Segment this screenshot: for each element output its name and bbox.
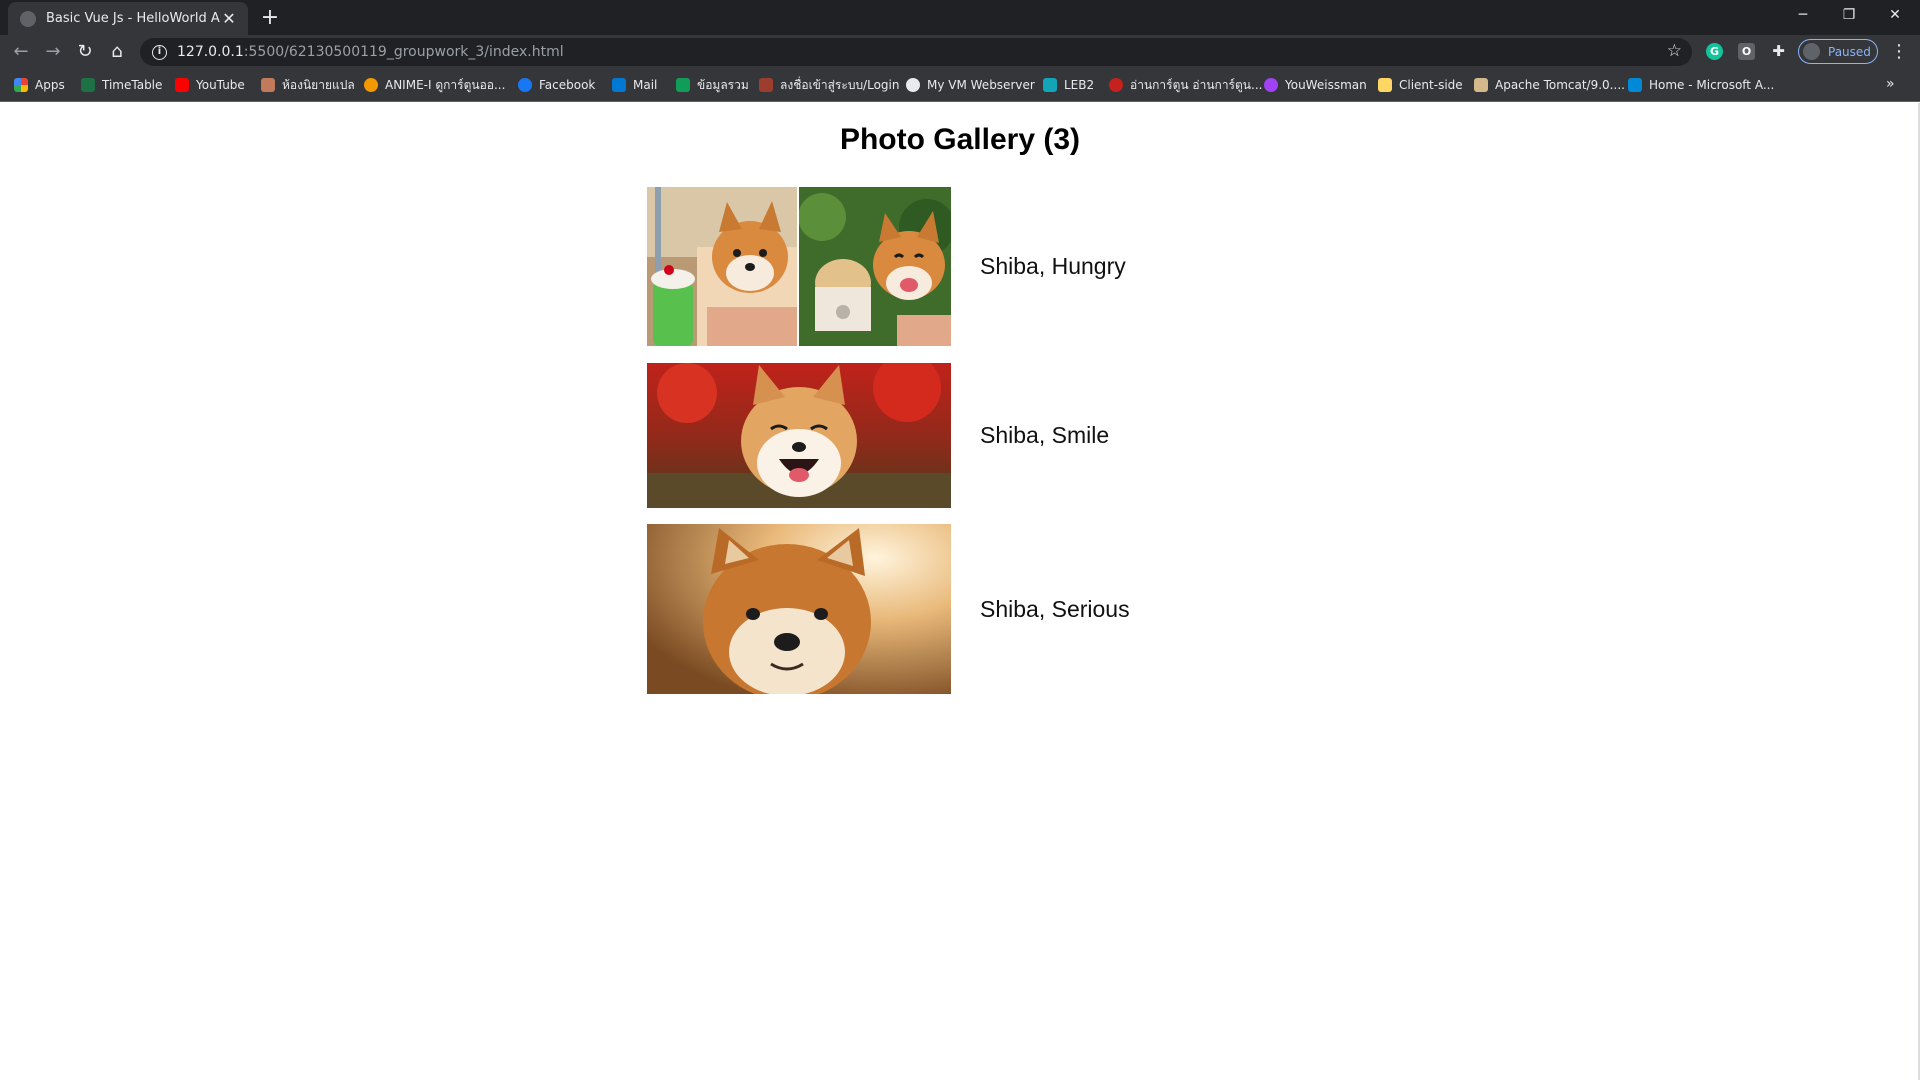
gallery-item: Shiba, Hungry (647, 187, 1126, 346)
bookmark-microsoft-azure[interactable]: Home - Microsoft A... (1628, 76, 1774, 94)
facebook-icon (518, 78, 532, 92)
bookmark-label: Apache Tomcat/9.0.... (1495, 78, 1625, 92)
browser-toolbar: ← → ↻ ⌂ i 127.0.0.1:5500/62130500119_gro… (0, 35, 1920, 68)
url-text[interactable]: 127.0.0.1:5500/62130500119_groupwork_3/i… (177, 44, 564, 60)
profile-status: Paused (1828, 44, 1871, 59)
avatar (1803, 43, 1820, 60)
login-icon (759, 78, 773, 92)
bookmark-youweissman[interactable]: YouWeissman (1264, 76, 1367, 94)
tab-title: Basic Vue Js - HelloWorld App (46, 11, 220, 26)
bookmarks-bar: Apps TimeTable YouTube ห้องนิยายแปล ANIM… (0, 68, 1920, 102)
shiba-serious-image (647, 524, 951, 694)
bookmark-client-side[interactable]: Client-side (1378, 76, 1463, 94)
grammarly-extension-icon[interactable]: G (1706, 43, 1723, 60)
bookmark-anime[interactable]: ANIME-I ดูการ์ตูนออ... (364, 76, 505, 94)
page-title: Photo Gallery (3) (839, 123, 1081, 156)
apps-grid-icon (14, 78, 28, 92)
shiba-hungry-photo[interactable] (647, 187, 951, 346)
bookmark-youtube[interactable]: YouTube (175, 76, 245, 94)
leb2-icon (1043, 78, 1057, 92)
minimize-button[interactable]: ─ (1780, 0, 1826, 30)
bookmark-apps[interactable]: Apps (14, 76, 65, 94)
bookmark-label: Mail (633, 78, 658, 92)
browser-menu-icon[interactable]: ⋮ (1889, 38, 1909, 65)
bookmark-label: ลงชื่อเข้าสู่ระบบ/Login (780, 77, 900, 92)
gallery-item: Shiba, Serious (647, 524, 1130, 694)
forward-button[interactable]: → (39, 38, 67, 66)
gallery-item: Shiba, Smile (647, 363, 1109, 508)
more-bookmarks-icon[interactable]: » (1886, 76, 1895, 92)
bookmark-label: ANIME-I ดูการ์ตูนออ... (385, 77, 506, 92)
manga-icon (1109, 78, 1123, 92)
globe-icon (906, 78, 920, 92)
bookmark-label: ข้อมูลรวม (697, 77, 749, 92)
bookmark-star-icon[interactable]: ☆ (1667, 41, 1682, 61)
azure-icon (1628, 78, 1642, 92)
bookmark-novel[interactable]: ห้องนิยายแปล (261, 76, 355, 94)
bookmark-label: My VM Webserver (927, 78, 1035, 92)
bookmark-label: Facebook (539, 78, 596, 92)
bookmark-label: YouTube (196, 78, 245, 92)
profile-button[interactable]: Paused (1798, 39, 1878, 64)
back-button[interactable]: ← (7, 38, 35, 66)
bookmark-tomcat[interactable]: Apache Tomcat/9.0.... (1474, 76, 1625, 94)
extension-icon[interactable]: O (1738, 43, 1755, 60)
photo-caption: Shiba, Hungry (980, 253, 1126, 279)
page-viewport: Photo Gallery (3) Shiba, Hungry Shiba, S… (0, 103, 1920, 1080)
restore-button[interactable]: ❐ (1826, 0, 1872, 30)
bookmark-leb2[interactable]: LEB2 (1043, 76, 1094, 94)
tab-active[interactable]: Basic Vue Js - HelloWorld App ✕ (8, 2, 248, 35)
site-info-icon[interactable]: i (152, 44, 167, 60)
bookmark-data[interactable]: ข้อมูลรวม (676, 76, 749, 94)
bookmark-label: อ่านการ์ตูน อ่านการ์ตูน... (1130, 77, 1263, 92)
youweissman-icon (1264, 78, 1278, 92)
bookmark-facebook[interactable]: Facebook (518, 76, 595, 94)
sheets-icon (676, 78, 690, 92)
outlook-icon (612, 78, 626, 92)
bookmark-label: YouWeissman (1285, 78, 1367, 92)
close-window-button[interactable]: ✕ (1872, 0, 1918, 30)
bookmark-label: Apps (35, 78, 65, 92)
bookmark-login[interactable]: ลงชื่อเข้าสู่ระบบ/Login (759, 76, 899, 94)
address-bar[interactable]: i 127.0.0.1:5500/62130500119_groupwork_3… (140, 38, 1692, 66)
bookmark-manga[interactable]: อ่านการ์ตูน อ่านการ์ตูน... (1109, 76, 1262, 94)
shiba-smile-image (647, 363, 951, 508)
youtube-icon (175, 78, 189, 92)
tomcat-icon (1474, 78, 1488, 92)
reload-button[interactable]: ↻ (71, 38, 99, 66)
folder-icon (1378, 78, 1392, 92)
bookmark-label: LEB2 (1064, 78, 1095, 92)
home-button[interactable]: ⌂ (103, 38, 131, 66)
shiba-smile-photo[interactable] (647, 363, 951, 508)
new-tab-button[interactable]: + (256, 5, 284, 33)
bookmark-vm-webserver[interactable]: My VM Webserver (906, 76, 1035, 94)
photo-caption: Shiba, Serious (980, 595, 1130, 622)
bookmark-timetable[interactable]: TimeTable (81, 76, 162, 94)
shiba-hungry-image (647, 187, 951, 346)
bookmark-label: Client-side (1399, 78, 1463, 92)
close-tab-icon[interactable]: ✕ (220, 9, 238, 28)
bookmark-label: Home - Microsoft A... (1649, 78, 1775, 92)
excel-icon (81, 78, 95, 92)
shiba-serious-photo[interactable] (647, 524, 951, 694)
bookmark-label: TimeTable (102, 78, 163, 92)
extensions-puzzle-icon[interactable]: ✚ (1770, 43, 1787, 60)
photo-caption: Shiba, Smile (980, 422, 1110, 448)
anime-icon (364, 78, 378, 92)
novel-icon (261, 78, 275, 92)
page-favicon-icon (20, 10, 36, 27)
bookmark-mail[interactable]: Mail (612, 76, 657, 94)
bookmark-label: ห้องนิยายแปล (282, 77, 355, 92)
tab-strip: Basic Vue Js - HelloWorld App ✕ + ─ ❐ ✕ (0, 0, 1920, 35)
